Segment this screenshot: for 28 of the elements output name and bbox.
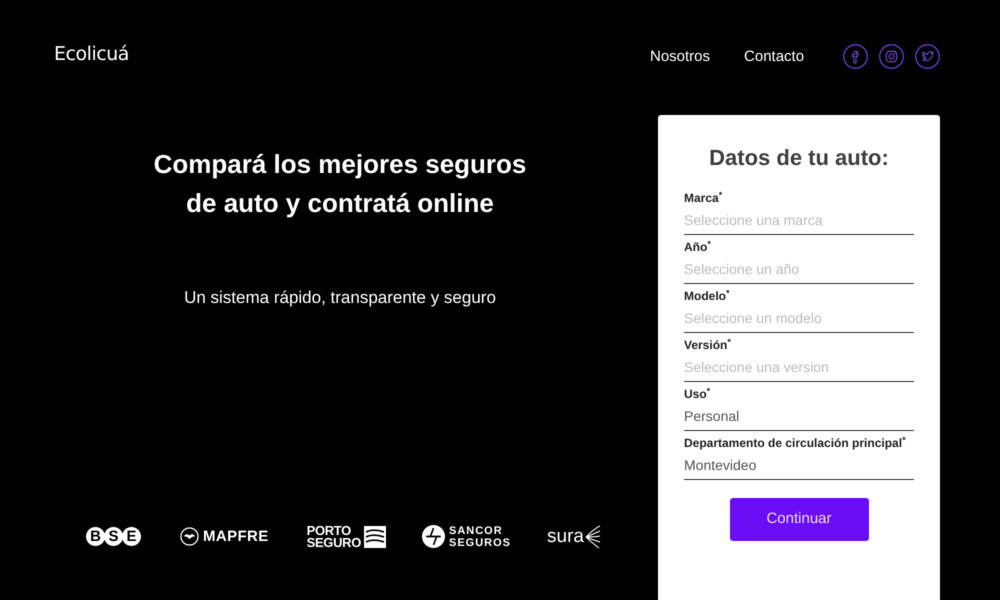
- field-label: Departamento de circulación principal$^{*}$: [684, 435, 907, 451]
- field-label: Modelo$^{*}$: [684, 288, 731, 304]
- insurer-logo: sura: [547, 522, 601, 551]
- continue-button[interactable]: Continuar: [730, 498, 868, 541]
- brand-logo[interactable]: Ecolicuá: [54, 40, 129, 68]
- hero-title-line: de auto y contratá online: [186, 187, 494, 220]
- select-field[interactable]: Seleccione un modelo: [684, 304, 914, 333]
- select-field[interactable]: Seleccione una version: [684, 353, 914, 382]
- facebook-icon[interactable]: [843, 44, 868, 69]
- twitter-icon[interactable]: [915, 44, 940, 69]
- insurer-logo: SANCOR SEGUROS: [422, 524, 512, 549]
- insurer-logo: B S E: [86, 527, 140, 546]
- nav-link[interactable]: Contacto: [744, 46, 804, 68]
- field-label: Año$^{*}$: [684, 239, 712, 255]
- hero-title-line: Compará los mejores seguros: [154, 148, 526, 181]
- field-label: Versión$^{*}$: [684, 337, 732, 353]
- insurer-logo: MAPFRE: [180, 526, 269, 548]
- select-field[interactable]: Seleccione un año: [684, 255, 914, 284]
- instagram-icon[interactable]: [879, 44, 904, 69]
- select-field[interactable]: Personal: [684, 402, 914, 431]
- select-field[interactable]: Montevideo: [684, 451, 914, 480]
- select-field[interactable]: Seleccione una marca: [684, 206, 914, 235]
- form-title: Datos de tu auto:: [708, 144, 890, 172]
- insurer-logo: PORTO SEGURO: [306, 524, 386, 549]
- hero-subtitle: Un sistema rápido, transparente y seguro: [184, 287, 496, 309]
- nav-link[interactable]: Nosotros: [650, 46, 710, 68]
- field-label: Marca$^{*}$: [684, 190, 724, 206]
- field-label: Uso$^{*}$: [684, 386, 712, 402]
